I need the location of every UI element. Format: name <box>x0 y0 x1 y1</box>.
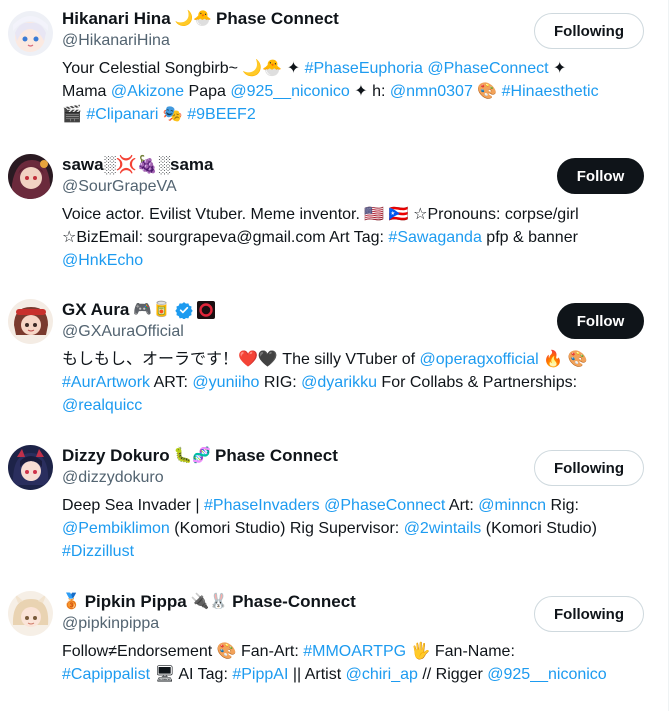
mention-link[interactable]: @yuniiho <box>192 374 259 391</box>
mention-link[interactable]: @PhaseConnect <box>324 497 445 514</box>
affiliate-badge-icon[interactable] <box>196 301 215 319</box>
user-handle[interactable]: @SourGrapeVA <box>62 177 177 197</box>
hashtag-link[interactable]: #PippAI <box>232 666 288 683</box>
hashtag-link[interactable]: #AurArtwork <box>62 374 150 391</box>
mention-link[interactable]: @nmn0307 <box>390 83 473 100</box>
user-handle[interactable]: @GXAuraOfficial <box>62 322 184 342</box>
user-bio: Deep Sea Invader | #PhaseInvaders @Phase… <box>62 497 597 560</box>
follow-button[interactable]: Follow <box>557 158 644 194</box>
hashtag-link[interactable]: #PhaseEuphoria <box>305 60 423 77</box>
hashtag-link[interactable]: #Capippalist <box>62 666 150 683</box>
name-suffix: Phase Connect <box>216 9 339 28</box>
mention-link[interactable]: @operagxofficial <box>420 351 539 368</box>
name-row: 🥉 Pipkin Pippa 🔌🐰 Phase-Connect <box>62 591 356 613</box>
hashtag-link[interactable]: #9BEEF2 <box>187 106 255 123</box>
hashtag-link[interactable]: #Hinaesthetic <box>502 83 599 100</box>
follow-button[interactable]: Follow <box>557 303 644 339</box>
mention-link[interactable]: @dyarikku <box>301 374 377 391</box>
mention-link[interactable]: @realquicc <box>62 397 142 414</box>
display-name[interactable]: Dizzy Dokuro <box>62 445 170 467</box>
mention-link[interactable]: @PhaseConnect <box>427 60 548 77</box>
avatar[interactable] <box>8 445 53 490</box>
user-cell[interactable]: Hikanari Hina 🌙🐣 Phase Connect @Hikanari… <box>0 8 668 138</box>
avatar[interactable] <box>8 154 53 199</box>
avatar[interactable] <box>8 11 53 56</box>
who-to-follow-list: Hikanari Hina 🌙🐣 Phase Connect @Hikanari… <box>0 0 669 711</box>
mention-link[interactable]: @2wintails <box>404 520 482 537</box>
hashtag-link[interactable]: #MMOARTPG <box>303 643 406 660</box>
mention-link[interactable]: @925__niconico <box>487 666 606 683</box>
name-row: sawa░💢🍇░sama <box>62 154 214 176</box>
user-handle[interactable]: @dizzydokuro <box>62 468 164 488</box>
avatar[interactable] <box>8 591 53 636</box>
display-name[interactable]: Hikanari Hina <box>62 8 171 30</box>
name-emoji: 🐛🧬 <box>173 447 212 464</box>
medal-icon: 🥉 <box>62 593 81 610</box>
following-button[interactable]: Following <box>534 13 644 49</box>
user-cell[interactable]: 🥉 Pipkin Pippa 🔌🐰 Phase-Connect @pipkinp… <box>0 591 668 711</box>
user-cell[interactable]: GX Aura 🎮🥫 @GXAuraOfficial Follow もしもし、オ… <box>0 299 668 429</box>
name-suffix: Phase Connect <box>215 446 338 465</box>
name-emoji: 🌙🐣 <box>174 10 213 27</box>
mention-link[interactable]: @chiri_ap <box>346 666 418 683</box>
name-suffix: Phase-Connect <box>232 592 356 611</box>
user-bio: Your Celestial Songbirb~ 🌙🐣 ✦ #PhaseEuph… <box>62 60 599 123</box>
user-handle[interactable]: @HikanariHina <box>62 31 170 51</box>
user-cell[interactable]: Dizzy Dokuro 🐛🧬 Phase Connect @dizzydoku… <box>0 445 668 575</box>
name-row: Hikanari Hina 🌙🐣 Phase Connect <box>62 8 339 30</box>
name-emoji: 🎮🥫 <box>133 301 171 318</box>
mention-link[interactable]: @minncn <box>478 497 546 514</box>
name-row: Dizzy Dokuro 🐛🧬 Phase Connect <box>62 445 338 467</box>
mention-link[interactable]: @Pembiklimon <box>62 520 170 537</box>
following-button[interactable]: Following <box>534 450 644 486</box>
hashtag-link[interactable]: #PhaseInvaders <box>204 497 320 514</box>
mention-link[interactable]: @925__niconico <box>230 83 349 100</box>
user-bio: Follow≠Endorsement 🎨 Fan-Art: #MMOARTPG … <box>62 643 607 683</box>
user-bio: Voice actor. Evilist Vtuber. Meme invent… <box>62 206 579 269</box>
display-name[interactable]: sawa░💢🍇░sama <box>62 154 214 176</box>
display-name[interactable]: GX Aura <box>62 299 129 321</box>
mention-link[interactable]: @Akizone <box>111 83 184 100</box>
name-row: GX Aura 🎮🥫 <box>62 299 215 321</box>
name-emoji: 🔌🐰 <box>190 593 229 610</box>
mention-link[interactable]: @HnkEcho <box>62 252 143 269</box>
user-handle[interactable]: @pipkinpippa <box>62 614 159 634</box>
verified-badge-icon <box>175 301 193 319</box>
hashtag-link[interactable]: #Clipanari <box>86 106 158 123</box>
hashtag-link[interactable]: #Dizzillust <box>62 543 134 560</box>
user-cell[interactable]: sawa░💢🍇░sama @SourGrapeVA Follow Voice a… <box>0 154 668 284</box>
hashtag-link[interactable]: #Sawaganda <box>388 229 481 246</box>
following-button[interactable]: Following <box>534 596 644 632</box>
user-bio: もしもし、オーラです！❤️🖤 The silly VTuber of @oper… <box>62 351 588 414</box>
avatar[interactable] <box>8 299 53 344</box>
display-name[interactable]: Pipkin Pippa <box>85 591 187 613</box>
